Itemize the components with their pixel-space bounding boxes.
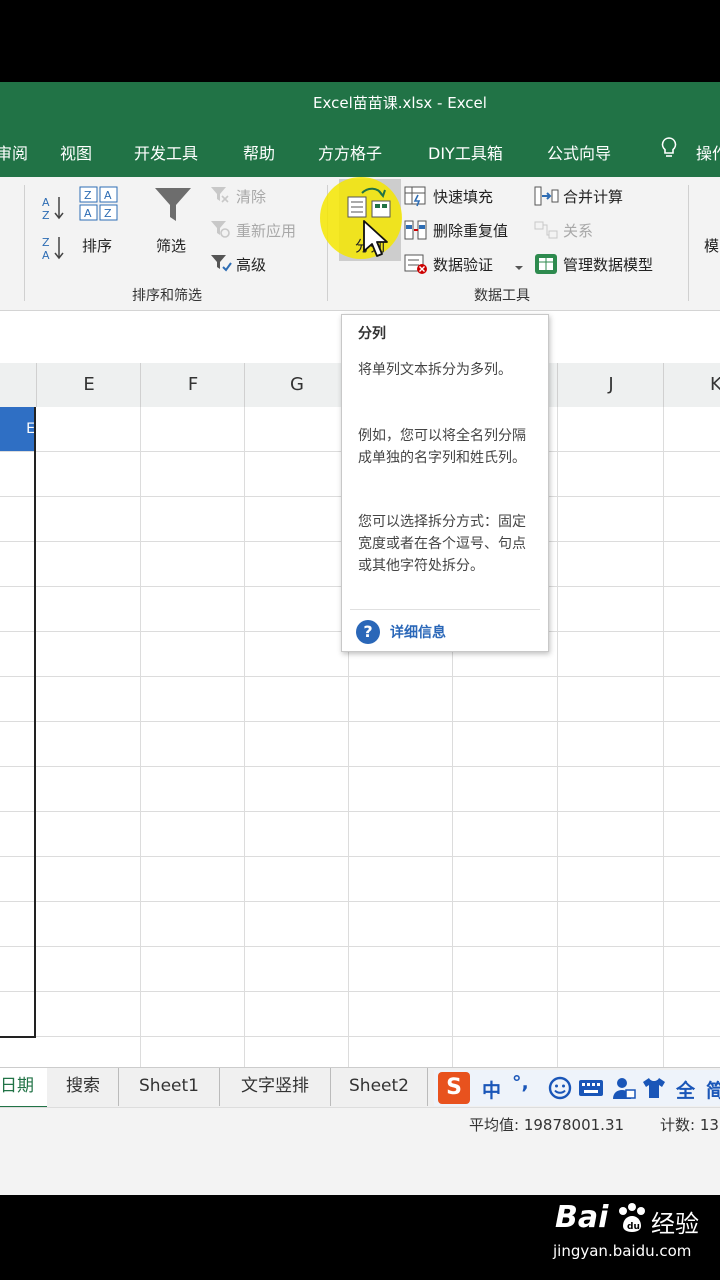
status-count: 计数: 13 [660, 1116, 719, 1134]
tab-formula-wizard[interactable]: 公式向导 [547, 140, 611, 164]
ime-chinese-mode[interactable]: 中 [482, 1076, 501, 1103]
svg-text:A: A [84, 207, 92, 220]
svg-text:Z: Z [42, 236, 50, 249]
filter-button[interactable]: 筛选 [156, 235, 186, 256]
advanced-filter-icon [210, 253, 232, 277]
tab-help[interactable]: 帮助 [243, 140, 275, 164]
tab-tell-me[interactable]: 操作 [696, 140, 720, 164]
ime-full-width[interactable]: 全 [676, 1076, 695, 1103]
sort-icon[interactable]: ZAAZ [78, 185, 120, 227]
sheet-tab-sheet2-label: Sheet2 [349, 1076, 409, 1096]
sheet-tab-sheet1-label: Sheet1 [139, 1076, 199, 1096]
status-bar: 平均值: 19878001.31 计数: 13 [0, 1107, 720, 1140]
data-validation-button[interactable]: 数据验证 [433, 254, 493, 275]
skin-shirt-icon[interactable] [642, 1076, 666, 1105]
relationships-button[interactable]: 关系 [563, 220, 593, 241]
remove-duplicates-button[interactable]: 删除重复值 [433, 220, 508, 241]
sort-ascending-icon[interactable]: AZ [42, 195, 66, 225]
relationships-icon [534, 219, 560, 245]
data-validation-icon [404, 253, 428, 279]
sheet-tab-search-label: 搜索 [66, 1076, 100, 1096]
ime-simplified[interactable]: 简 [706, 1076, 720, 1103]
column-header-k[interactable]: K [663, 363, 720, 407]
clear-filter-icon [210, 185, 230, 209]
tab-fangfang[interactable]: 方方格子 [318, 140, 382, 164]
consolidate-icon [534, 185, 560, 211]
excel-window: Excel苗苗课.xlsx - Excel 审阅 视图 开发工具 帮助 方方格子… [0, 82, 720, 1195]
tab-review[interactable]: 审阅 [0, 140, 28, 164]
watermark-url: jingyan.baidu.com [553, 1242, 692, 1260]
lightbulb-icon[interactable] [660, 136, 678, 164]
chevron-down-icon[interactable] [514, 258, 524, 276]
table-border-bottom [0, 1036, 36, 1038]
svg-text:Z: Z [84, 189, 92, 202]
advanced-button[interactable]: 高级 [236, 254, 266, 275]
sheet-tab-vertical-text[interactable]: 文字竖排 [220, 1068, 331, 1106]
emoji-icon[interactable] [548, 1076, 572, 1105]
column-header-f[interactable]: F [140, 363, 245, 407]
sheet-tab-vertical-text-label: 文字竖排 [241, 1076, 309, 1096]
ribbon-tabs: 审阅 视图 开发工具 帮助 方方格子 DIY工具箱 公式向导 操作 [0, 122, 720, 177]
svg-text:A: A [104, 189, 112, 202]
svg-text:du: du [627, 1222, 640, 1232]
sheet-tabs-bar: 日期 搜索 Sheet1 文字竖排 Sheet2 S 中 °, 全 简 [0, 1067, 720, 1109]
data-model-icon [534, 253, 560, 279]
group-label-data-tools: 数据工具 [474, 288, 530, 304]
svg-text:Z: Z [42, 209, 50, 221]
manage-data-model-button[interactable]: 管理数据模型 [563, 254, 653, 275]
svg-text:Z: Z [104, 207, 112, 220]
reapply-button[interactable]: 重新应用 [236, 220, 296, 241]
svg-text:A: A [42, 249, 50, 261]
flash-fill-button[interactable]: 快速填充 [433, 186, 493, 207]
sort-descending-icon[interactable]: ZA [42, 235, 66, 265]
sheet-tab-sheet2[interactable]: Sheet2 [331, 1068, 428, 1106]
ime-punctuation[interactable]: °, [512, 1072, 529, 1094]
sheet-tab-search[interactable]: 搜索 [48, 1068, 119, 1106]
watermark-brand: Bai [555, 1200, 609, 1235]
remove-duplicates-icon [404, 219, 428, 245]
sogou-logo-icon[interactable]: S [438, 1072, 470, 1104]
keyboard-icon[interactable] [578, 1078, 604, 1103]
table-border-right [34, 407, 36, 1037]
title-bar: Excel苗苗课.xlsx - Excel [0, 82, 720, 122]
header-cell-partial[interactable]: E [0, 407, 35, 451]
filter-funnel-icon[interactable] [153, 185, 193, 229]
tooltip-divider [350, 609, 540, 610]
column-header-g[interactable]: G [244, 363, 349, 407]
clear-button[interactable]: 清除 [236, 186, 266, 207]
sheet-tab-sheet1[interactable]: Sheet1 [119, 1068, 220, 1106]
consolidate-button[interactable]: 合并计算 [563, 186, 623, 207]
window-title: Excel苗苗课.xlsx - Excel [313, 94, 487, 112]
user-icon[interactable] [612, 1076, 636, 1105]
tooltip-example: 例如，您可以将全名列分隔成单独的名字列和姓氏列。 [358, 428, 526, 466]
tab-view[interactable]: 视图 [60, 140, 92, 164]
column-header-e[interactable]: E [36, 363, 141, 407]
help-question-icon: ? [356, 620, 380, 644]
tooltip-options: 您可以选择拆分方式：固定宽度或者在各个逗号、句点或其他字符处拆分。 [358, 514, 526, 574]
flash-fill-icon [404, 185, 428, 211]
reapply-icon [210, 219, 230, 243]
split-column-tooltip: 分列 将单列文本拆分为多列。 例如，您可以将全名列分隔成单独的名字列和姓氏列。 … [341, 314, 549, 652]
mouse-cursor-icon [362, 219, 392, 263]
sort-button[interactable]: 排序 [82, 235, 112, 256]
ribbon: AZ ZA ZAAZ 排序 筛选 清除 重新应用 高级 排序和筛选 快速填充 删… [0, 177, 720, 311]
tooltip-more-info-link[interactable]: 详细信息 [390, 622, 446, 642]
tooltip-title: 分列 [358, 326, 386, 342]
sheet-tab-date[interactable]: 日期 [0, 1068, 47, 1109]
ime-toolbar: S 中 °, 全 简 [434, 1070, 720, 1106]
watermark-brand-suffix: 经验 [651, 1210, 699, 1238]
tooltip-description: 将单列文本拆分为多列。 [358, 362, 512, 378]
sheet-tab-date-label: 日期 [0, 1076, 34, 1096]
tab-diy-toolbox[interactable]: DIY工具箱 [428, 140, 503, 164]
baidu-jingyan-watermark: Bai du 经验 jingyan.baidu.com [553, 1200, 713, 1270]
column-header-j[interactable]: J [557, 363, 664, 407]
svg-text:A: A [42, 196, 50, 209]
status-average: 平均值: 19878001.31 [469, 1116, 625, 1134]
forecast-partial-label[interactable]: 模 [704, 235, 719, 256]
paw-logo-icon: du [615, 1202, 649, 1238]
tab-developer[interactable]: 开发工具 [134, 140, 198, 164]
group-label-sort-filter: 排序和筛选 [132, 288, 202, 304]
